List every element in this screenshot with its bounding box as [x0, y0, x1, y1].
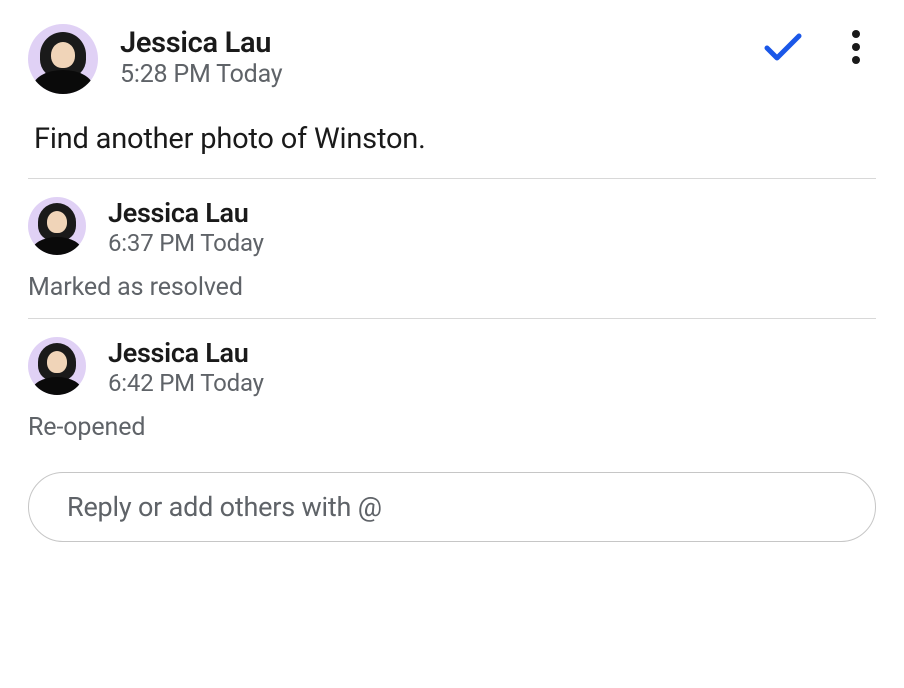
comment-timestamp: 6:37 PM Today	[108, 229, 264, 257]
comment-body: Find another photo of Winston.	[34, 122, 876, 156]
comment-author: Jessica Lau	[108, 337, 264, 369]
comment-meta: Jessica Lau 5:28 PM Today	[120, 24, 282, 89]
avatar	[28, 24, 98, 94]
comment-author: Jessica Lau	[120, 26, 282, 60]
comment-meta: Jessica Lau 6:42 PM Today	[108, 337, 264, 397]
comment-status-item: Jessica Lau 6:37 PM Today Marked as reso…	[28, 179, 876, 318]
avatar	[28, 337, 86, 395]
comment-thread: Jessica Lau 5:28 PM Today Find	[0, 0, 904, 562]
comment-author: Jessica Lau	[108, 197, 264, 229]
avatar	[28, 197, 86, 255]
reply-input[interactable]: Reply or add others with @	[28, 472, 876, 542]
comment-header: Jessica Lau 5:28 PM Today	[28, 24, 876, 94]
comment-status-text: Re-opened	[28, 413, 876, 442]
comment-status-item: Jessica Lau 6:42 PM Today Re-opened	[28, 319, 876, 458]
comment-item: Jessica Lau 5:28 PM Today Find	[28, 24, 876, 178]
resolve-checkmark-icon[interactable]	[764, 28, 802, 66]
comment-meta: Jessica Lau 6:37 PM Today	[108, 197, 264, 257]
comment-header: Jessica Lau 6:42 PM Today	[28, 337, 876, 397]
more-options-icon[interactable]	[844, 28, 868, 66]
comment-timestamp: 6:42 PM Today	[108, 369, 264, 397]
comment-header: Jessica Lau 6:37 PM Today	[28, 197, 876, 257]
comment-actions	[764, 28, 868, 66]
comment-status-text: Marked as resolved	[28, 273, 876, 302]
comment-timestamp: 5:28 PM Today	[120, 60, 282, 89]
